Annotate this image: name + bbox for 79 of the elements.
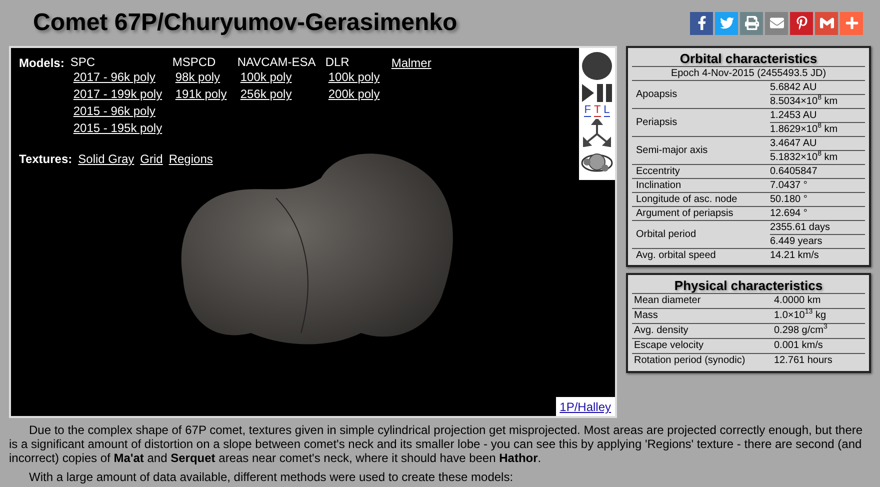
table-cell-text: Inclination — [635, 179, 682, 192]
model-source-label: DLR — [325, 55, 350, 69]
texture-link[interactable]: Grid — [140, 151, 163, 168]
model-link[interactable]: 100k poly — [240, 69, 326, 86]
p-letter-icon — [794, 16, 808, 30]
table-cell: 4.0000 km — [774, 294, 821, 308]
table-cell-text: Longitude of asc. node — [635, 193, 738, 206]
table-cell-text: Mean diameter — [633, 294, 702, 308]
model-source-label: MSPCD — [172, 55, 217, 69]
epoch-text: Epoch 4-Nov-2015 (2455493.5 JD) — [632, 67, 865, 81]
table-cell-text: 0.6405847 — [770, 165, 818, 178]
3d-viewer[interactable] — [9, 46, 617, 418]
body-paragraph: Due to the complex shape of 67P comet, textures given in simple cylindrical projection get misprojected. Most areas are projected correctly enough, but there is a significant amount of distortion on a slope between comet's neck and its smaller lobe - you can see this by applying 'Regions' texture - there are second (and incorrect) copies of Ma'at and Serquet areas near comet's neck, where it should have been Hathor. — [9, 423, 864, 465]
table-cell-text: 14.21 km/s — [770, 249, 820, 262]
share-button[interactable] — [765, 12, 788, 34]
table-cell-text: Argument of periapsis — [635, 207, 734, 220]
model-source-label: SPC — [70, 55, 96, 69]
model-link[interactable]: Malmer — [391, 55, 452, 72]
table-cell-text: 50.180 ° — [770, 193, 808, 206]
table-cell-text: Rotation period (synodic) — [633, 354, 746, 368]
table-cell-text: Avg. density — [633, 324, 690, 338]
table-cell-text: Orbital period — [635, 228, 698, 242]
comet-icon[interactable] — [581, 51, 613, 81]
model-link[interactable]: 100k poly — [328, 69, 392, 86]
panel-title: Physical characteristics — [632, 278, 865, 294]
table-cell-text: Escape velocity — [633, 339, 704, 353]
body-paragraph: With a large amount of data available, different methods were used to create these models: — [28, 470, 514, 484]
texture-link[interactable]: Regions — [168, 151, 213, 168]
printer-icon — [744, 16, 758, 30]
model-link[interactable]: 2017 - 96k poly — [73, 69, 172, 86]
share-button[interactable] — [815, 12, 838, 34]
share-button[interactable] — [740, 12, 763, 34]
table-cell-text: Semi-major axis — [635, 144, 709, 158]
panel-title: Orbital characteristics — [632, 51, 865, 67]
table-cell: 2355.61 days — [770, 221, 865, 235]
table-cell: 12.761 hours — [774, 354, 832, 368]
textures-label: Textures: — [19, 151, 72, 168]
table-cell-text: Mass — [633, 309, 659, 323]
model-link[interactable]: 2017 - 199k poly — [73, 86, 172, 103]
table-cell-text: 12.694 ° — [770, 207, 808, 220]
bird-icon — [720, 16, 734, 30]
model-link[interactable]: 256k poly — [240, 86, 326, 103]
share-button[interactable] — [790, 12, 813, 34]
table-cell-text: 6.449 years — [770, 235, 824, 248]
envelope-icon — [770, 16, 784, 30]
view-button[interactable]: F — [584, 105, 591, 117]
table-cell-text: Avg. orbital speed — [635, 249, 717, 262]
models-label: Models: — [19, 55, 64, 72]
model-source-label: NAVCAM-ESA — [237, 55, 317, 69]
model-link[interactable]: 200k poly — [328, 86, 392, 103]
table-cell-text: Apoapsis — [635, 88, 678, 102]
model-link[interactable]: 2015 - 96k poly — [73, 103, 172, 120]
table-cell: 0.298 g/cm$^{3}$ — [774, 324, 828, 338]
table-cell: 1.0×10$^{13}$ kg — [774, 309, 826, 323]
share-button[interactable] — [690, 12, 713, 34]
texture-link[interactable]: Solid Gray — [78, 151, 134, 168]
table-cell-text: 5.1832×10$^{8}$ km — [770, 151, 839, 164]
share-button[interactable] — [715, 12, 738, 34]
table-cell-text: 7.0437 ° — [770, 179, 808, 192]
play-pause-icon[interactable] — [581, 83, 613, 103]
table-cell: 0.001 km/s — [774, 339, 823, 353]
model-link[interactable]: 98k poly — [175, 69, 238, 86]
model-link[interactable]: 191k poly — [175, 86, 238, 103]
table-cell: 5.6842 AU — [770, 81, 865, 95]
table-cell: 1.2453 AU — [770, 109, 865, 123]
page-title: Comet 67P/Churyumov-Gerasimenko — [33, 9, 458, 37]
share-button[interactable] — [840, 12, 863, 34]
model-link[interactable]: 2015 - 195k poly — [73, 120, 172, 137]
table-cell: 3.4647 AU — [770, 137, 865, 151]
table-cell-text: 1.8629×10$^{8}$ km — [770, 123, 839, 136]
plus-icon — [844, 16, 858, 30]
table-cell-text: Eccentrity — [635, 165, 681, 178]
axes-icon[interactable] — [582, 119, 612, 147]
comet-link[interactable]: 1P/Halley — [556, 397, 615, 416]
view-button[interactable]: T — [594, 105, 601, 117]
view-button[interactable]: L — [604, 105, 610, 117]
table-cell-text: Periapsis — [635, 116, 678, 130]
table-cell-text: 8.5034×10$^{8}$ km — [770, 95, 839, 108]
m-letter-icon — [820, 16, 834, 30]
